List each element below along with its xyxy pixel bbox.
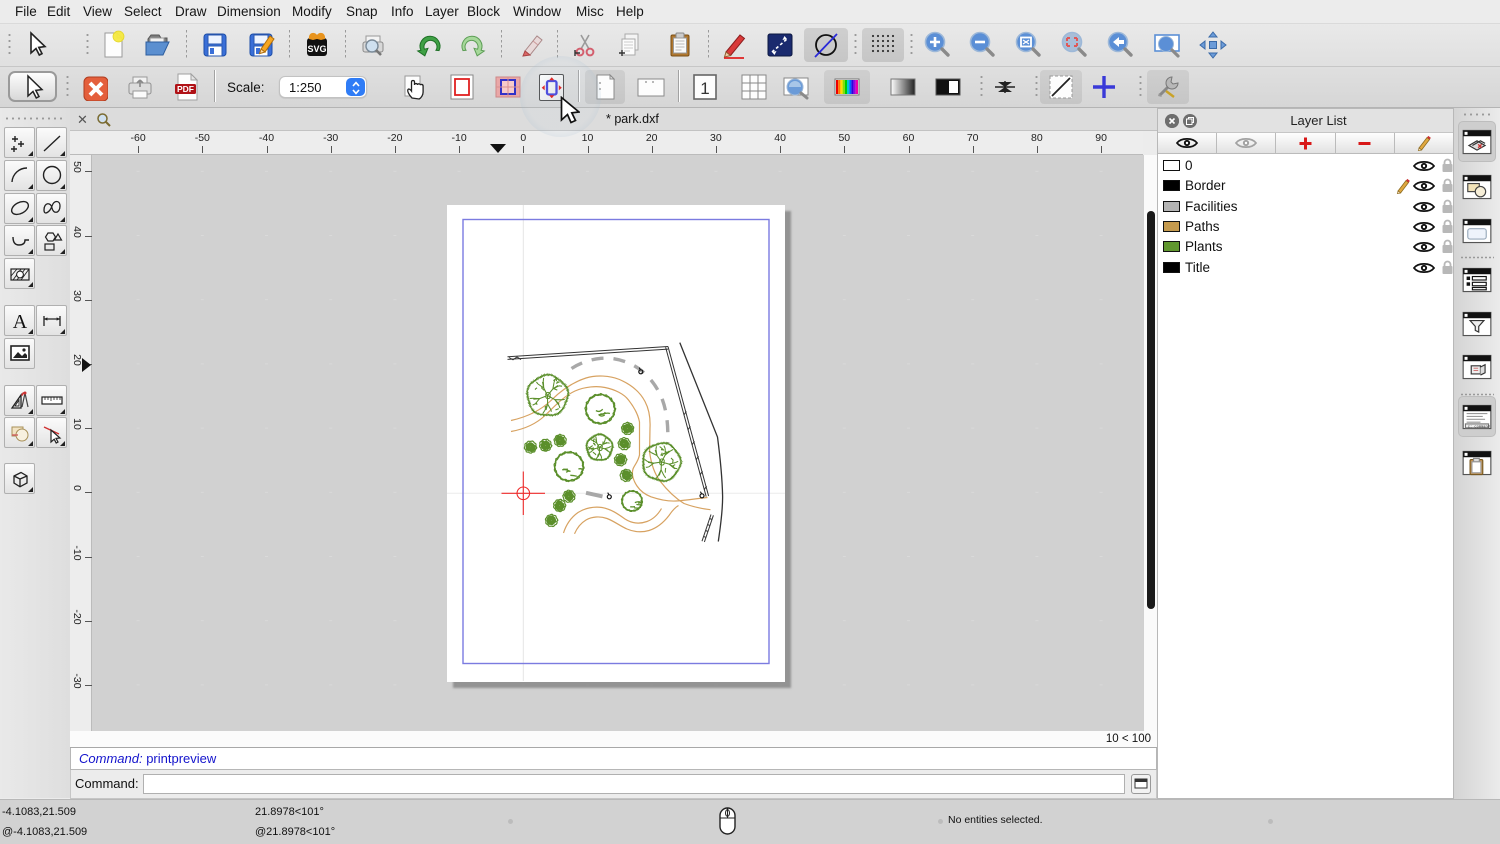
svg-text:PDF: PDF — [177, 84, 194, 94]
svg-text:c: command: c: command — [1468, 424, 1490, 429]
svg-text:SVG: SVG — [307, 44, 326, 54]
svg-text:A: A — [12, 311, 27, 333]
svg-text:1: 1 — [700, 79, 709, 98]
